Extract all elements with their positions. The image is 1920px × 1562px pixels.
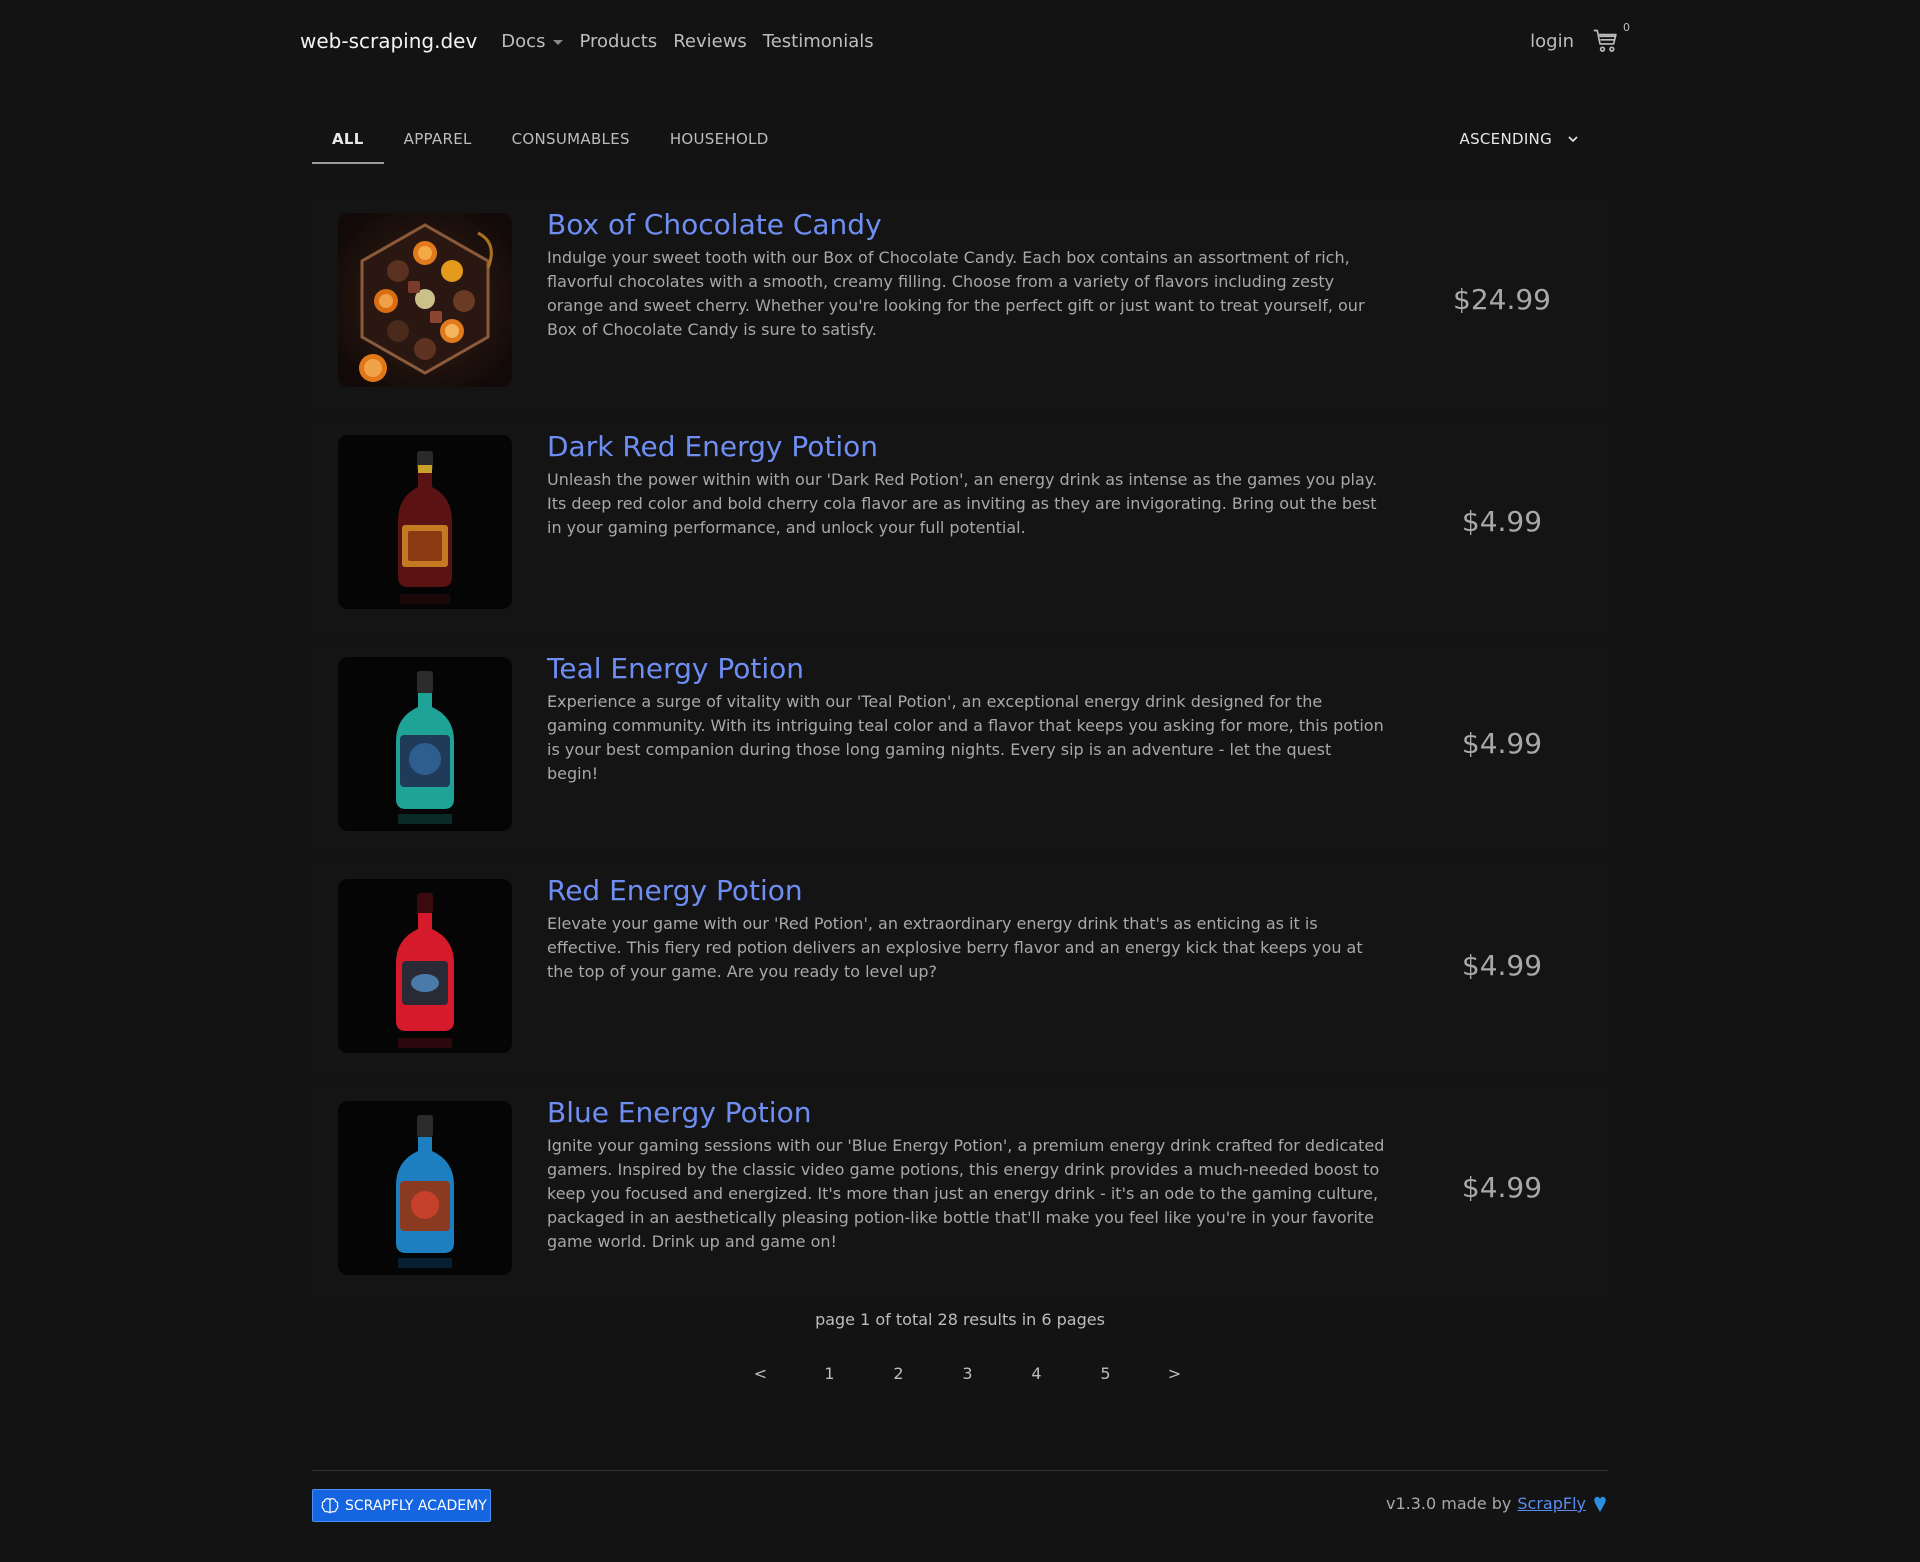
page-next-link[interactable]: > bbox=[1140, 1364, 1209, 1388]
product-description: Elevate your game with our 'Red Potion',… bbox=[547, 914, 1363, 981]
version-text: v1.3.0 made by bbox=[1386, 1494, 1512, 1513]
sort-order-select[interactable]: ASCENDING bbox=[1460, 130, 1580, 148]
page-link-4[interactable]: 4 bbox=[1002, 1364, 1071, 1388]
product-title-link[interactable]: Teal Energy Potion bbox=[547, 652, 804, 685]
cart-button[interactable]: 0 bbox=[1592, 21, 1630, 55]
product-price: $24.99 bbox=[1453, 283, 1551, 316]
tab-household[interactable]: HOUSEHOLD bbox=[650, 118, 789, 164]
product-price: $4.99 bbox=[1461, 1171, 1543, 1204]
product-image[interactable] bbox=[338, 1101, 512, 1275]
cart-count-badge: 0 bbox=[1623, 21, 1630, 34]
sort-order-label: ASCENDING bbox=[1459, 130, 1552, 148]
nav-docs-dropdown[interactable]: Docs bbox=[501, 30, 564, 52]
tab-apparel[interactable]: APPAREL bbox=[384, 118, 492, 164]
product-item: Box of Chocolate Candy Indulge your swee… bbox=[312, 198, 1608, 410]
product-item: Dark Red Energy Potion Unleash the power… bbox=[312, 420, 1608, 632]
scrapfly-link[interactable]: ScrapFly bbox=[1517, 1494, 1586, 1513]
potion-bottle-image bbox=[338, 657, 512, 831]
product-item: Blue Energy Potion Ignite your gaming se… bbox=[312, 1086, 1608, 1298]
product-item: Red Energy Potion Elevate your game with… bbox=[312, 864, 1608, 1076]
product-title-link[interactable]: Blue Energy Potion bbox=[547, 1096, 811, 1129]
product-price: $4.99 bbox=[1461, 727, 1543, 760]
chevron-down-icon bbox=[1568, 136, 1578, 143]
nav-products-link[interactable]: Products bbox=[579, 31, 657, 52]
caret-down-icon bbox=[553, 39, 564, 45]
nav-docs-label: Docs bbox=[501, 30, 546, 52]
product-item: Teal Energy Potion Experience a surge of… bbox=[312, 642, 1608, 854]
pagination: < 1 2 3 4 5 > bbox=[726, 1364, 1209, 1388]
nav-right: login 0 bbox=[1530, 0, 1630, 82]
product-image[interactable] bbox=[338, 657, 512, 831]
page-link-2[interactable]: 2 bbox=[864, 1364, 933, 1388]
brand-link[interactable]: web-scraping.dev bbox=[300, 29, 477, 53]
product-image[interactable] bbox=[338, 879, 512, 1053]
category-tabs: ALL APPAREL CONSUMABLES HOUSEHOLD ASCEND… bbox=[312, 118, 1608, 164]
product-price: $4.99 bbox=[1461, 949, 1543, 982]
potion-bottle-image bbox=[338, 1101, 512, 1275]
chocolate-box-image bbox=[338, 213, 512, 387]
page-link-1[interactable]: 1 bbox=[795, 1364, 864, 1388]
nav-reviews-link[interactable]: Reviews bbox=[673, 31, 747, 52]
footer-credits: v1.3.0 made by ScrapFly bbox=[1386, 1494, 1608, 1513]
product-image[interactable] bbox=[338, 435, 512, 609]
product-description: Experience a surge of vitality with our … bbox=[547, 692, 1384, 783]
product-description: Indulge your sweet tooth with our Box of… bbox=[547, 248, 1365, 339]
product-title-link[interactable]: Box of Chocolate Candy bbox=[547, 208, 882, 241]
scrapfly-academy-button[interactable]: SCRAPFLY ACADEMY bbox=[312, 1489, 491, 1522]
product-title-link[interactable]: Dark Red Energy Potion bbox=[547, 430, 878, 463]
product-description: Ignite your gaming sessions with our 'Bl… bbox=[547, 1136, 1385, 1251]
tab-all[interactable]: ALL bbox=[312, 118, 384, 164]
product-description: Unleash the power within with our 'Dark … bbox=[547, 470, 1378, 537]
scrapfly-logo-icon bbox=[1594, 1496, 1606, 1512]
product-title-link[interactable]: Red Energy Potion bbox=[547, 874, 803, 907]
product-price: $4.99 bbox=[1461, 505, 1543, 538]
cart-icon bbox=[1593, 29, 1617, 52]
top-navbar: web-scraping.dev Docs Products Reviews T… bbox=[300, 0, 1630, 82]
page-prev-link[interactable]: < bbox=[726, 1364, 795, 1388]
brain-icon bbox=[321, 1497, 339, 1513]
tab-consumables[interactable]: CONSUMABLES bbox=[492, 118, 650, 164]
footer-divider bbox=[312, 1470, 1608, 1471]
product-image[interactable] bbox=[338, 213, 512, 387]
paging-summary: page 1 of total 28 results in 6 pages bbox=[815, 1310, 1105, 1329]
page-link-5[interactable]: 5 bbox=[1071, 1364, 1140, 1388]
scrapfly-academy-label: SCRAPFLY ACADEMY bbox=[345, 1497, 487, 1514]
page-link-3[interactable]: 3 bbox=[933, 1364, 1002, 1388]
potion-bottle-image bbox=[338, 435, 512, 609]
potion-bottle-image bbox=[338, 879, 512, 1053]
login-link[interactable]: login bbox=[1530, 31, 1574, 52]
nav-testimonials-link[interactable]: Testimonials bbox=[763, 31, 874, 52]
